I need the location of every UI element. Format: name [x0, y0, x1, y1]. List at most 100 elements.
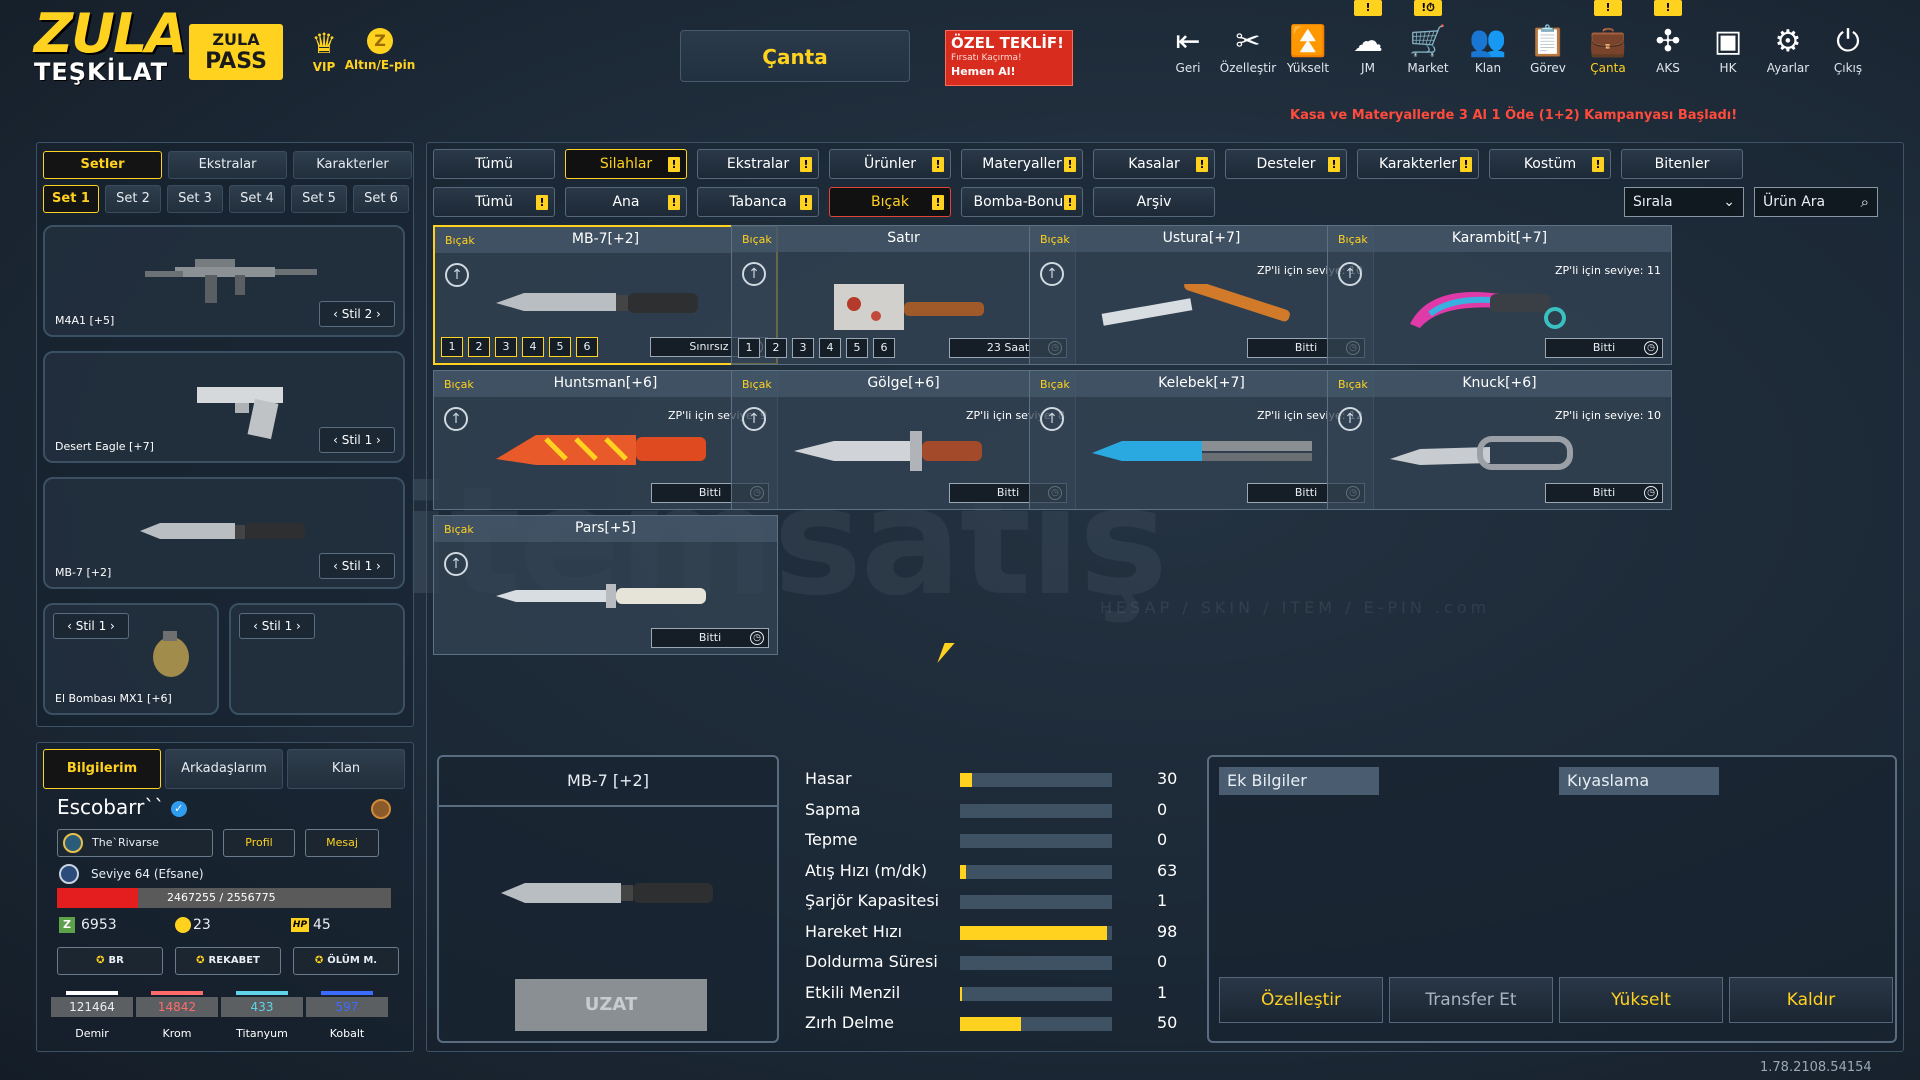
- upgrade-arrow-icon[interactable]: ↑: [1040, 262, 1064, 286]
- item-card[interactable]: BıçakMB-7[+2]↑123456Sınırsız◷: [433, 225, 778, 365]
- set-tab[interactable]: Set 4: [229, 185, 285, 213]
- set-tab[interactable]: Set 2: [105, 185, 161, 213]
- upgrade-arrow-icon[interactable]: ↑: [445, 263, 469, 287]
- loadout-slot-empty[interactable]: ‹ Stil 1 ›: [229, 603, 405, 715]
- category-tab[interactable]: Arşiv: [1093, 187, 1215, 217]
- loadout-slot-grenade[interactable]: ‹ Stil 1 › El Bombası MX1 [+6]: [43, 603, 219, 715]
- nav-aks[interactable]: ! ✣ AKS: [1638, 0, 1698, 82]
- message-button[interactable]: Mesaj: [305, 829, 379, 857]
- search-input[interactable]: Ürün Ara ⌕: [1754, 187, 1878, 217]
- tab-setler[interactable]: Setler: [43, 151, 162, 179]
- level-box[interactable]: 4: [819, 338, 841, 358]
- nav-upgrade[interactable]: ⏫ Yükselt: [1278, 24, 1338, 82]
- level-box[interactable]: 4: [522, 337, 544, 357]
- item-card[interactable]: Bıçak Pars[+5] ↑ Bitti ◷: [433, 515, 778, 655]
- category-tab[interactable]: Bıçak!: [829, 187, 951, 217]
- loadout-panel: Setler Ekstralar Karakterler Set 1 Set 2 Set…: [36, 142, 414, 727]
- loadout-slot-primary[interactable]: M4A1 [+5] ‹ Stil 2 ›: [43, 225, 405, 337]
- category-tab[interactable]: Bitenler: [1621, 149, 1743, 179]
- level-box[interactable]: 5: [846, 338, 868, 358]
- category-tab[interactable]: Ürünler!: [829, 149, 951, 179]
- item-card[interactable]: BıçakSatır↑12345623 Saat◷: [731, 225, 1076, 365]
- category-tab[interactable]: Kostüm!: [1489, 149, 1611, 179]
- category-tab[interactable]: Tümü!: [433, 187, 555, 217]
- mode-button[interactable]: ✪ ÖLÜM M.: [293, 947, 399, 975]
- style-selector[interactable]: ‹ Stil 1 ›: [53, 613, 129, 639]
- nav-clan[interactable]: 👥 Klan: [1458, 24, 1518, 82]
- action-button[interactable]: Transfer Et: [1389, 977, 1553, 1023]
- set-tab[interactable]: Set 6: [353, 185, 409, 213]
- style-selector[interactable]: ‹ Stil 1 ›: [319, 427, 395, 453]
- rank-badge-icon[interactable]: [371, 799, 391, 819]
- action-button[interactable]: Kaldır: [1729, 977, 1893, 1023]
- level-box[interactable]: 6: [873, 338, 895, 358]
- info-tab[interactable]: Arkadaşlarım: [165, 749, 283, 789]
- category-tab[interactable]: Kasalar!: [1093, 149, 1215, 179]
- item-card[interactable]: Bıçak Kelebek[+7] ↑ ZP'li için seviye: 12 Bi…: [1029, 370, 1374, 510]
- nav-wallet[interactable]: ▣ HK: [1698, 24, 1758, 82]
- nav-clipboard[interactable]: 📋 Görev: [1518, 24, 1578, 82]
- action-button[interactable]: Yükselt: [1559, 977, 1723, 1023]
- upgrade-arrow-icon[interactable]: ↑: [742, 407, 766, 431]
- nav-gear[interactable]: ⚙ Ayarlar: [1758, 24, 1818, 82]
- item-card[interactable]: Bıçak Knuck[+6] ↑ ZP'li için seviye: 10 Bitt…: [1327, 370, 1672, 510]
- nav-coins[interactable]: ! ☁ JM: [1338, 0, 1398, 82]
- style-selector[interactable]: ‹ Stil 2 ›: [319, 301, 395, 327]
- style-selector[interactable]: ‹ Stil 1 ›: [239, 613, 315, 639]
- level-box[interactable]: 2: [765, 338, 787, 358]
- sort-dropdown[interactable]: Sırala ⌄: [1624, 187, 1744, 217]
- extend-button[interactable]: UZAT: [515, 979, 707, 1031]
- upgrade-arrow-icon[interactable]: ↑: [1040, 407, 1064, 431]
- set-tab[interactable]: Set 3: [167, 185, 223, 213]
- item-card[interactable]: Bıçak Ustura[+7] ↑ ZP'li için seviye: 10 Bit…: [1029, 225, 1374, 365]
- vip-button[interactable]: ♛ VIP: [306, 28, 342, 75]
- item-card[interactable]: Bıçak Huntsman[+6] ↑ ZP'li için seviye: 9 Bi…: [433, 370, 778, 510]
- style-selector[interactable]: ‹ Stil 1 ›: [319, 553, 395, 579]
- profile-button[interactable]: Profil: [223, 829, 295, 857]
- upgrade-arrow-icon[interactable]: ↑: [444, 552, 468, 576]
- level-box[interactable]: 3: [792, 338, 814, 358]
- item-card[interactable]: Bıçak Gölge[+6] ↑ ZP'li için seviye: 8 Bitti…: [731, 370, 1076, 510]
- nav-cart[interactable]: !⏱ 🛒 Market: [1398, 0, 1458, 82]
- info-tab[interactable]: Klan: [287, 749, 405, 789]
- gold-epin-button[interactable]: Z Altın/E-pin: [340, 28, 420, 72]
- zula-pass-button[interactable]: ZULA PASS: [189, 24, 283, 80]
- tab-ekstralar[interactable]: Ekstralar: [168, 151, 287, 179]
- mode-button[interactable]: ✪ REKABET: [175, 947, 281, 975]
- set-tab[interactable]: Set 1: [43, 185, 99, 213]
- nav-bag[interactable]: ! 💼 Çanta: [1578, 0, 1638, 82]
- upgrade-arrow-icon[interactable]: ↑: [444, 407, 468, 431]
- action-button[interactable]: Özelleştir: [1219, 977, 1383, 1023]
- nav-power[interactable]: ⏻ Çıkış: [1818, 24, 1878, 82]
- category-tab[interactable]: Ana!: [565, 187, 687, 217]
- item-card[interactable]: Bıçak Karambit[+7] ↑ ZP'li için seviye: 11 B…: [1327, 225, 1672, 365]
- loadout-slot-pistol[interactable]: Desert Eagle [+7] ‹ Stil 1 ›: [43, 351, 405, 463]
- level-box[interactable]: 3: [495, 337, 517, 357]
- level-box[interactable]: 5: [549, 337, 571, 357]
- nav-tools[interactable]: ✂ Özelleştir: [1218, 24, 1278, 82]
- tab-karakterler[interactable]: Karakterler: [293, 151, 412, 179]
- category-tab[interactable]: Silahlar!: [565, 149, 687, 179]
- category-tab[interactable]: Tümü: [433, 149, 555, 179]
- upgrade-arrow-icon[interactable]: ↑: [1338, 262, 1362, 286]
- set-tab[interactable]: Set 5: [291, 185, 347, 213]
- category-tab[interactable]: Tabanca!: [697, 187, 819, 217]
- nav-back[interactable]: ⇤ Geri: [1158, 24, 1218, 82]
- level-box[interactable]: 1: [441, 337, 463, 357]
- category-tab[interactable]: Desteler!: [1225, 149, 1347, 179]
- category-tab[interactable]: Materyaller!: [961, 149, 1083, 179]
- loadout-slot-melee[interactable]: MB-7 [+2] ‹ Stil 1 ›: [43, 477, 405, 589]
- upgrade-arrow-icon[interactable]: ↑: [742, 262, 766, 286]
- info-tab[interactable]: Bilgilerim: [43, 749, 161, 789]
- mode-button[interactable]: ✪ BR: [57, 947, 163, 975]
- special-offer-banner[interactable]: ÖZEL TEKLİF! Fırsatı Kaçırma! Hemen Al!: [945, 30, 1073, 86]
- game-logo[interactable]: ZULA TEŞKİLAT: [34, 7, 187, 92]
- level-box[interactable]: 6: [576, 337, 598, 357]
- category-tab[interactable]: Karakterler!: [1357, 149, 1479, 179]
- level-box[interactable]: 1: [738, 338, 760, 358]
- level-box[interactable]: 2: [468, 337, 490, 357]
- category-tab[interactable]: Ekstralar!: [697, 149, 819, 179]
- upgrade-arrow-icon[interactable]: ↑: [1338, 407, 1362, 431]
- category-tab[interactable]: Bomba-Bonus!: [961, 187, 1083, 217]
- warning-badge-icon: !: [932, 157, 944, 172]
